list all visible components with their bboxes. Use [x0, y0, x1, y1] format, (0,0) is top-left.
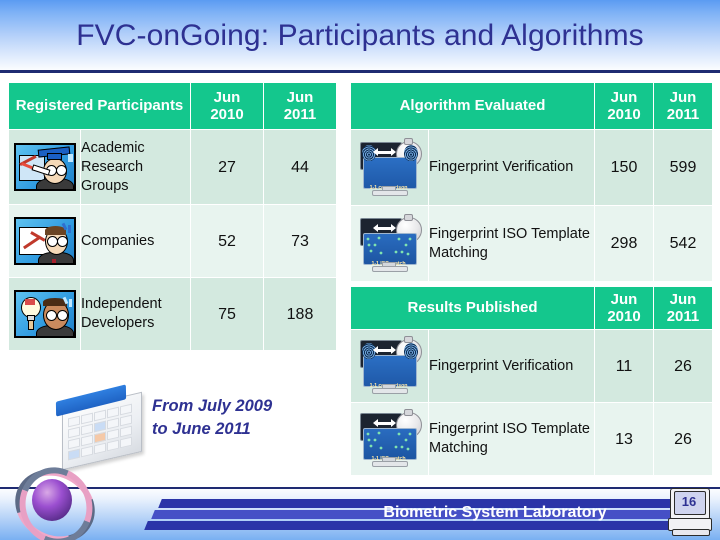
minutiae-points-icon — [366, 236, 411, 255]
fingerprint-comparison-monitor-icon: 1-1 comparison — [350, 129, 429, 206]
value-jun-2010: 52 — [190, 204, 264, 278]
table-row: 1-1 comparison Fingerprint Verification … — [350, 329, 713, 403]
header-jun-2010: Jun 2010 — [594, 286, 654, 330]
header-jun-2011: Jun 2011 — [263, 82, 337, 130]
results-published-table: Results Published Jun 2010 Jun 2011 1-1 … — [350, 286, 713, 476]
iso-template-match-monitor-icon: 1-1 ISO match — [350, 402, 429, 476]
row-label: Companies — [80, 204, 191, 278]
header-results-published: Results Published — [350, 286, 595, 330]
title-divider — [0, 70, 720, 73]
header-month: Jun — [669, 291, 697, 308]
header-jun-2011: Jun 2011 — [653, 82, 714, 130]
value-jun-2010: 150 — [594, 129, 655, 206]
value-jun-2010: 13 — [594, 402, 654, 476]
value-jun-2010: 298 — [594, 205, 655, 282]
value-jun-2011: 188 — [263, 277, 337, 351]
header-month: Jun — [213, 89, 241, 106]
table-row: Academic Research Groups 27 44 — [8, 129, 337, 205]
table-row: Companies 52 73 — [8, 204, 337, 278]
header-label: Algorithm Evaluated — [399, 97, 546, 114]
header-registered-participants: Registered Participants — [8, 82, 191, 130]
footer-label: Biometric System Laboratory — [383, 504, 607, 521]
table-header-row: Results Published Jun 2010 Jun 2011 — [350, 286, 713, 330]
row-label: Fingerprint ISO Template Matching — [428, 402, 595, 476]
registered-participants-table: Registered Participants Jun 2010 Jun 201… — [8, 82, 337, 351]
calendar-icon — [50, 384, 150, 471]
header-jun-2010: Jun 2010 — [594, 82, 655, 130]
period-line-1: From July 2009 — [152, 397, 273, 415]
table-row: 1-1 ISO match Fingerprint ISO Template M… — [350, 402, 713, 476]
footer-divider — [0, 487, 720, 489]
header-label: Results Published — [407, 299, 538, 316]
header-year: 2010 — [607, 308, 641, 325]
table-row: Independent Developers 75 188 — [8, 277, 337, 351]
minutiae-points-icon — [366, 431, 411, 451]
iso-template-match-monitor-icon: 1-1 ISO match — [350, 205, 429, 282]
value-jun-2011: 26 — [653, 329, 713, 403]
table-header-row: Registered Participants Jun 2010 Jun 201… — [8, 82, 337, 130]
header-month: Jun — [610, 291, 638, 308]
header-year: 2011 — [283, 106, 317, 123]
algorithm-evaluated-table: Algorithm Evaluated Jun 2010 Jun 2011 1-… — [349, 82, 714, 282]
fingerprint-comparison-monitor-icon: 1-1 comparison — [350, 329, 429, 403]
page-title: FVC-onGoing: Participants and Algorithms — [76, 19, 644, 52]
row-label: Fingerprint Verification — [428, 329, 595, 403]
value-jun-2011: 599 — [653, 129, 714, 206]
table-row: 1-1 ISO match Fingerprint ISO Template M… — [350, 205, 714, 282]
value-jun-2010: 11 — [594, 329, 654, 403]
table-row: 1-1 comparison Fingerprint Verification … — [350, 129, 714, 206]
value-jun-2011: 73 — [263, 204, 337, 278]
header-year: 2010 — [607, 106, 641, 123]
row-label: Independent Developers — [80, 277, 191, 351]
header-year: 2011 — [666, 106, 700, 123]
period-note: From July 2009 to June 2011 — [152, 395, 342, 441]
row-label: Fingerprint ISO Template Matching — [427, 205, 596, 282]
header-month: Jun — [286, 89, 314, 106]
lightbulb-idea-icon — [8, 277, 81, 351]
value-jun-2011: 44 — [263, 129, 337, 205]
header-algorithm-evaluated: Algorithm Evaluated — [349, 82, 596, 130]
value-jun-2011: 542 — [653, 205, 714, 282]
header-month: Jun — [669, 89, 697, 106]
sphere-logo — [2, 455, 108, 540]
row-label: Academic Research Groups — [80, 129, 191, 205]
period-line-2: to June 2011 — [152, 420, 251, 438]
page-number: 16 — [681, 494, 697, 509]
businessman-chart-icon — [8, 204, 81, 278]
header-month: Jun — [610, 89, 638, 106]
header-year: 2010 — [210, 106, 244, 123]
table-header-row: Algorithm Evaluated Jun 2010 Jun 2011 — [349, 82, 714, 130]
header-year: 2011 — [666, 308, 700, 325]
header-label: Registered Participants — [15, 97, 184, 114]
page-number-computer-icon: 16 — [668, 488, 716, 536]
header-jun-2011: Jun 2011 — [653, 286, 713, 330]
row-label: Fingerprint Verification — [427, 129, 596, 206]
slide: FVC-onGoing: Participants and Algorithms… — [0, 0, 720, 540]
value-jun-2010: 75 — [190, 277, 264, 351]
value-jun-2011: 26 — [653, 402, 713, 476]
header-jun-2010: Jun 2010 — [190, 82, 264, 130]
value-jun-2010: 27 — [190, 129, 264, 205]
academic-researcher-icon — [8, 129, 81, 205]
